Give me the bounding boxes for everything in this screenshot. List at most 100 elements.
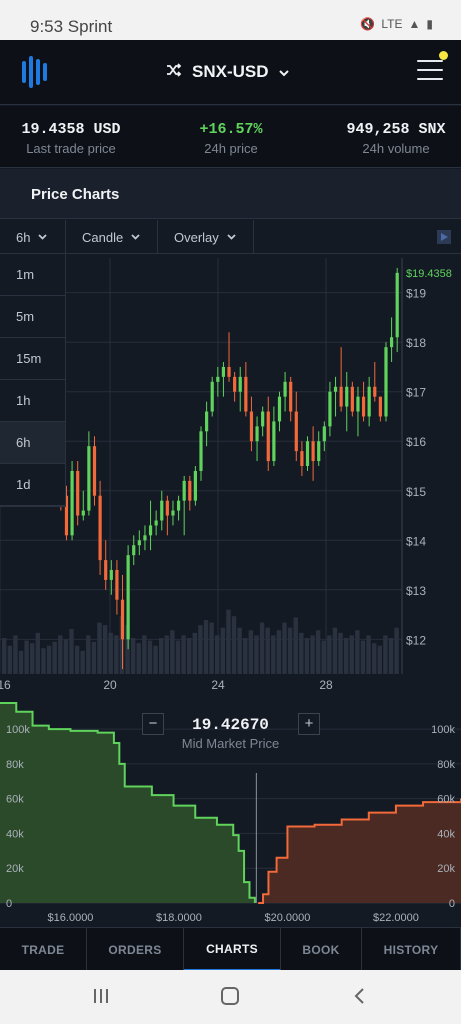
- interval-menu: 1m 5m 15m 1h 6h 1d: [0, 254, 66, 507]
- candle-body: [171, 510, 175, 516]
- app-header: SNX-USD: [0, 40, 461, 105]
- x-tick-label: 28: [319, 678, 333, 692]
- recent-apps-icon[interactable]: [92, 987, 110, 1005]
- price-chart[interactable]: $12 $13 $14 $15 $16 $17 $18 $19 $19.4358 16 20 24 28: [0, 254, 461, 699]
- interval-option-1d[interactable]: 1d: [0, 464, 65, 506]
- candle-body: [165, 500, 169, 516]
- app-logo-icon[interactable]: [22, 56, 47, 88]
- volume-bar: [327, 635, 332, 674]
- interval-option-5m[interactable]: 5m: [0, 296, 65, 338]
- volume-bar: [108, 632, 113, 674]
- volume-bar: [198, 625, 203, 674]
- candle-body: [154, 520, 158, 526]
- volume-bar: [192, 632, 197, 674]
- signal-icon: ▲: [408, 17, 421, 31]
- change-label: 24h price: [204, 141, 258, 156]
- volume-bar: [259, 622, 265, 674]
- home-icon[interactable]: [220, 987, 240, 1005]
- volume-bar: [41, 648, 46, 674]
- interval-value: 6h: [16, 229, 31, 245]
- candle-body: [328, 391, 332, 427]
- nav-tab-history[interactable]: HISTORY: [362, 928, 461, 971]
- candle-body: [289, 381, 293, 412]
- status-time: 9:53 Sprint: [30, 17, 113, 36]
- volume-bar: [80, 650, 85, 674]
- candle-body: [244, 376, 248, 412]
- volume-bar: [237, 627, 242, 674]
- interval-option-1m[interactable]: 1m: [0, 254, 65, 296]
- volume-bar: [102, 625, 108, 674]
- volume-bar: [158, 638, 164, 674]
- volume-bar: [203, 620, 209, 674]
- y-tick-label: $15: [406, 485, 426, 499]
- y-tick-label: $12: [406, 633, 426, 647]
- interval-dropdown[interactable]: 6h: [0, 220, 66, 254]
- volume-value: 949,258 SNX: [346, 121, 446, 138]
- volume-bar: [220, 627, 226, 674]
- nav-tab-charts[interactable]: CHARTS: [184, 928, 281, 971]
- volume-bar: [287, 627, 293, 674]
- x-tick-label: 24: [211, 678, 225, 692]
- hamburger-menu-icon[interactable]: [417, 60, 443, 82]
- depth-y-tick-right: 80k: [437, 759, 455, 771]
- pair-selector[interactable]: SNX-USD: [166, 62, 289, 82]
- pair-label: SNX-USD: [192, 62, 269, 81]
- volume-bar: [164, 635, 169, 674]
- volume-bar: [170, 630, 175, 674]
- candle-body: [132, 545, 136, 556]
- last-price-label: Last trade price: [26, 141, 116, 156]
- shuffle-icon: [166, 62, 182, 82]
- candle-body: [339, 386, 343, 407]
- volume-bar: [86, 635, 91, 674]
- nav-tab-book[interactable]: BOOK: [281, 928, 362, 971]
- volume-bar: [153, 645, 158, 674]
- y-tick-label: $19: [406, 287, 426, 301]
- volume-bar: [209, 622, 214, 674]
- candle-body: [317, 441, 321, 462]
- nav-tab-orders[interactable]: ORDERS: [87, 928, 184, 971]
- overlay-dropdown[interactable]: Overlay: [158, 220, 254, 254]
- y-tick-label: $18: [406, 336, 426, 350]
- interval-option-15m[interactable]: 15m: [0, 338, 65, 380]
- volume-bar: [142, 635, 147, 674]
- battery-icon: ▮: [426, 17, 433, 31]
- candle-body: [305, 441, 310, 466]
- volume-bar: [74, 645, 80, 674]
- y-tick-label: $16: [406, 435, 426, 449]
- candlestick-chart-svg[interactable]: $12 $13 $14 $15 $16 $17 $18 $19 $19.4358 16 20 24 28: [0, 254, 461, 699]
- candle-body: [378, 396, 382, 417]
- candle-body: [367, 386, 371, 417]
- depth-x-tick: $16.0000: [48, 912, 94, 924]
- volume-bar: [231, 616, 237, 674]
- candle-body: [126, 555, 130, 640]
- depth-y-tick-right: 0: [449, 898, 455, 910]
- volume-bar: [46, 645, 52, 674]
- candle-body: [193, 470, 197, 501]
- play-icon[interactable]: [437, 230, 451, 244]
- volume-bar: [136, 643, 141, 674]
- back-icon[interactable]: [352, 987, 366, 1005]
- depth-y-tick-left: 80k: [6, 759, 24, 771]
- candle-body: [350, 386, 354, 412]
- volume-bar: [226, 609, 231, 674]
- interval-option-6h[interactable]: 6h: [0, 422, 65, 464]
- candle-body: [277, 396, 282, 422]
- nav-tab-trade[interactable]: TRADE: [0, 928, 87, 971]
- interval-option-1h[interactable]: 1h: [0, 380, 65, 422]
- candle-body: [210, 381, 214, 412]
- candle-body: [283, 381, 287, 397]
- chart-type-dropdown[interactable]: Candle: [66, 220, 158, 254]
- volume-bar: [366, 635, 371, 674]
- status-icons: 🔇 LTE ▲ ▮: [360, 17, 433, 31]
- android-nav-bar: [0, 970, 461, 1024]
- depth-y-tick-left: 0: [6, 898, 12, 910]
- chart-type-value: Candle: [82, 229, 124, 245]
- volume-bar: [52, 641, 57, 674]
- volume-bar: [299, 632, 304, 674]
- volume-bar: [147, 640, 153, 674]
- change-value: +16.57%: [199, 121, 263, 138]
- depth-x-tick: $20.0000: [265, 912, 311, 924]
- chevron-down-icon: [278, 62, 289, 82]
- volume-bar: [248, 630, 254, 674]
- status-bar: 9:53 Sprint 🔇 LTE ▲ ▮: [0, 0, 461, 40]
